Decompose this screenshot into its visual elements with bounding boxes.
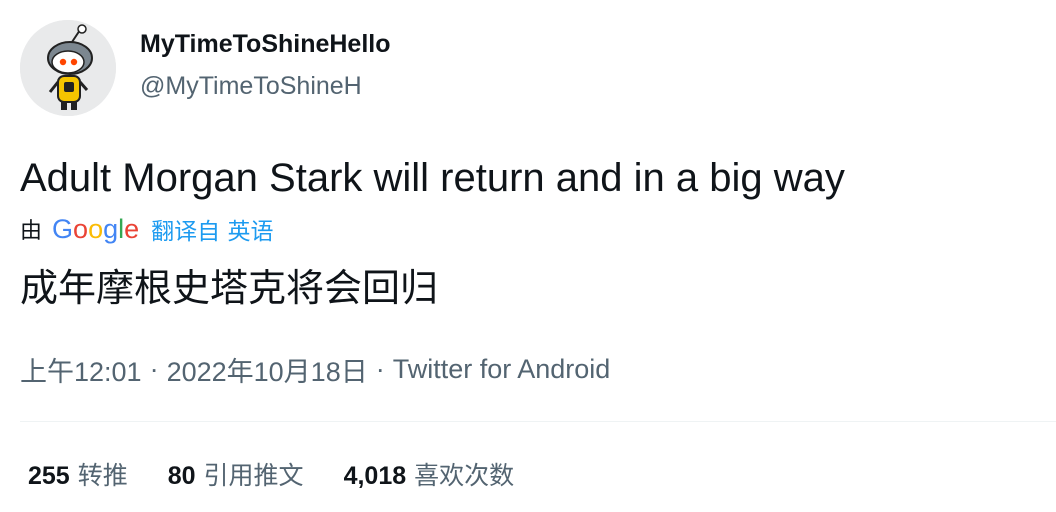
- divider: [20, 421, 1056, 422]
- likes-count: 4,018: [343, 462, 407, 490]
- meta-separator: ·: [149, 354, 159, 384]
- tweet-meta: 上午12:01 · 2022年10月18日 · Twitter for Andr…: [20, 350, 610, 389]
- translation-attribution: 由 Google 翻译自 英语: [20, 212, 273, 246]
- retweets-stat[interactable]: 255 转推: [28, 456, 128, 492]
- tweet-time[interactable]: 上午12:01: [20, 350, 142, 389]
- tweet-stats: 255 转推 80 引用推文 4,018 喜欢次数: [28, 456, 554, 492]
- google-logo: Google: [52, 212, 139, 246]
- avatar[interactable]: [20, 20, 116, 116]
- tweet-source-link[interactable]: Twitter for Android: [393, 354, 611, 385]
- google-logo-letter: o: [73, 214, 89, 244]
- quote-tweets-stat[interactable]: 80 引用推文: [168, 456, 304, 492]
- retweets-label: 转推: [77, 461, 128, 490]
- retweets-count: 255: [28, 462, 70, 490]
- translated-by-label: 由: [20, 219, 43, 244]
- google-logo-letter: o: [88, 214, 104, 244]
- meta-separator: ·: [375, 354, 385, 384]
- snoo-avatar-icon: [20, 20, 116, 116]
- quote-tweets-label: 引用推文: [203, 461, 304, 490]
- likes-stat[interactable]: 4,018 喜欢次数: [344, 456, 515, 492]
- author-handle[interactable]: @MyTimeToShineH: [140, 72, 362, 101]
- likes-label: 喜欢次数: [414, 461, 515, 490]
- google-logo-letter: G: [52, 214, 74, 244]
- google-logo-letter: e: [124, 214, 140, 244]
- translated-tweet-text: 成年摩根史塔克将会回归: [20, 266, 439, 310]
- translate-source-link[interactable]: 翻译自 英语: [151, 212, 273, 246]
- quote-tweets-count: 80: [167, 462, 196, 490]
- tweet-text: Adult Morgan Stark will return and in a …: [20, 156, 845, 200]
- tweet-date[interactable]: 2022年10月18日: [167, 350, 368, 389]
- google-logo-letter: g: [103, 214, 119, 244]
- author-display-name[interactable]: MyTimeToShineHello: [140, 30, 391, 59]
